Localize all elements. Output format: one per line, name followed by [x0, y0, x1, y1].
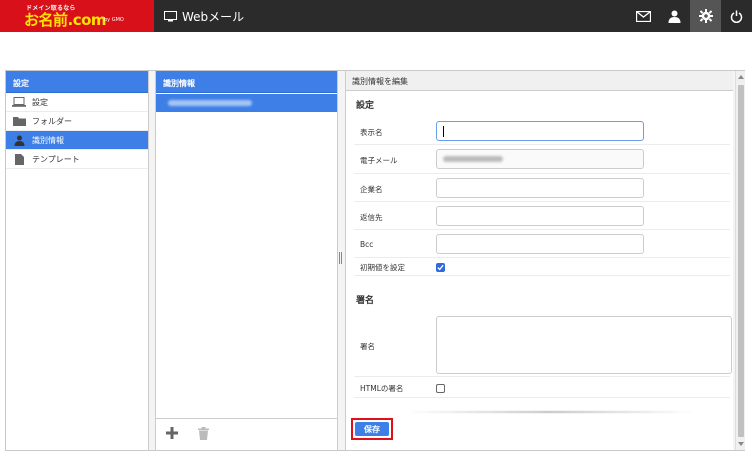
reply-to-row: 返信先 — [354, 202, 730, 230]
power-icon[interactable] — [721, 0, 752, 32]
scroll-thumb[interactable] — [738, 85, 744, 437]
scroll-down-arrow-icon[interactable] — [738, 442, 744, 446]
app-title-label: Webメール — [182, 10, 245, 24]
settings-nav-panel: 設定 設定 フォルダー 識別情報 テンプレート — [6, 71, 149, 450]
top-icon-group — [628, 0, 752, 32]
nav-item-templates[interactable]: テンプレート — [6, 150, 148, 169]
app-title: Webメール — [164, 8, 244, 25]
nav-item-label: 設定 — [32, 97, 48, 107]
laptop-icon — [12, 96, 26, 108]
nav-item-label: 識別情報 — [32, 135, 64, 145]
scroll-up-arrow-icon[interactable] — [738, 75, 744, 79]
display-name-label: 表示名 — [360, 128, 383, 137]
save-button[interactable]: 保存 — [355, 422, 389, 436]
settings-nav-title: 設定 — [6, 71, 148, 93]
company-label: 企業名 — [360, 185, 383, 194]
document-icon — [12, 153, 26, 165]
signature-section-title: 署名 — [356, 296, 375, 306]
logo-sub: by GMO — [104, 17, 124, 23]
user-icon[interactable] — [659, 0, 690, 32]
identities-list-panel: 識別情報 — [155, 71, 338, 450]
trash-icon[interactable] — [198, 426, 209, 443]
set-default-checkbox[interactable] — [436, 263, 445, 272]
blurred-email-value — [443, 156, 503, 162]
bcc-input[interactable] — [436, 234, 644, 254]
logo-text: お名前.com — [24, 11, 107, 29]
html-signature-checkbox[interactable] — [436, 384, 445, 393]
nav-item-identities[interactable]: 識別情報 — [6, 131, 148, 150]
vertical-scrollbar[interactable] — [735, 71, 745, 450]
monitor-icon — [164, 11, 177, 22]
bcc-row: Bcc — [354, 230, 730, 258]
save-button-highlight: 保存 — [351, 418, 393, 440]
blurred-identity-email — [168, 100, 252, 106]
bcc-label: Bcc — [360, 240, 374, 249]
onamae-logo[interactable]: ドメイン取るなら お名前.com by GMO — [0, 0, 154, 32]
company-row: 企業名 — [354, 174, 730, 202]
add-icon[interactable] — [166, 427, 178, 442]
mail-icon[interactable] — [628, 0, 659, 32]
nav-item-label: フォルダー — [32, 116, 72, 126]
display-name-row: 表示名 — [354, 118, 730, 145]
folder-icon — [12, 115, 26, 127]
company-input[interactable] — [436, 178, 644, 198]
identity-edit-title: 識別情報を編集 — [346, 71, 733, 91]
html-signature-row: HTMLの署名 — [354, 377, 730, 398]
identities-list-title: 識別情報 — [156, 71, 337, 93]
signature-label: 署名 — [360, 342, 375, 351]
email-row: 電子メール — [354, 145, 730, 174]
top-bar: ドメイン取るなら お名前.com by GMO Webメール — [0, 0, 752, 32]
identity-edit-panel: 識別情報を編集 設定 表示名 電子メール 企業名 返信先 Bcc 初期値を設定 … — [345, 71, 733, 450]
reply-to-label: 返信先 — [360, 213, 383, 222]
html-signature-label: HTMLの署名 — [360, 384, 404, 393]
identity-list-item[interactable] — [156, 94, 337, 112]
email-field[interactable] — [436, 149, 644, 169]
reply-to-input[interactable] — [436, 206, 644, 226]
email-label: 電子メール — [360, 156, 398, 165]
person-icon — [12, 134, 26, 146]
identities-list-footer — [156, 418, 337, 450]
gear-icon[interactable] — [690, 0, 721, 32]
settings-section-title: 設定 — [356, 101, 375, 111]
footer-shadow — [406, 411, 696, 413]
signature-row: 署名 — [354, 313, 732, 377]
nav-item-label: テンプレート — [32, 154, 80, 164]
panel-splitter[interactable] — [339, 252, 343, 266]
set-default-label: 初期値を設定 — [360, 263, 405, 272]
display-name-input[interactable] — [436, 121, 644, 141]
signature-textarea[interactable] — [436, 316, 732, 374]
nav-item-folders[interactable]: フォルダー — [6, 112, 148, 131]
nav-item-settings[interactable]: 設定 — [6, 93, 148, 112]
set-default-row: 初期値を設定 — [354, 258, 730, 276]
